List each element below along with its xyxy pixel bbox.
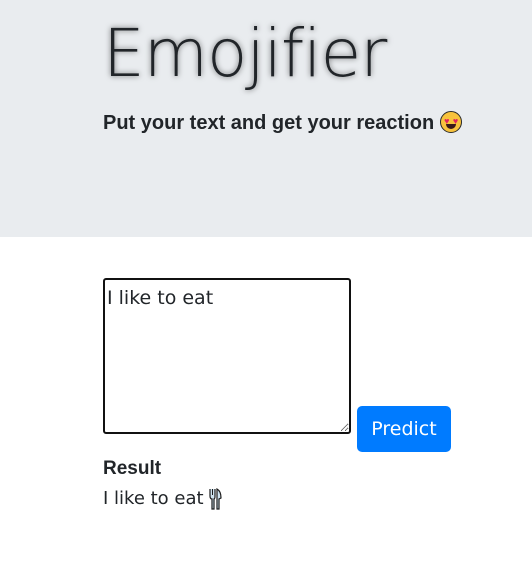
- heart-eyes-face-icon: ♥ ♥: [440, 111, 463, 133]
- page-title: Emojifier: [103, 15, 387, 92]
- result-text: I like to eat: [103, 488, 204, 509]
- result-label: Result: [103, 458, 162, 479]
- subtitle-text: Put your text and get your reaction: [103, 112, 435, 134]
- result-output: I like to eat: [103, 486, 222, 518]
- text-input[interactable]: [103, 278, 351, 434]
- predict-button[interactable]: Predict: [357, 406, 451, 452]
- hero-banner: Emojifier Put your text and get your rea…: [0, 0, 532, 237]
- page-subtitle: Put your text and get your reaction ♥ ♥: [103, 111, 463, 135]
- fork-and-knife-icon: [208, 488, 222, 518]
